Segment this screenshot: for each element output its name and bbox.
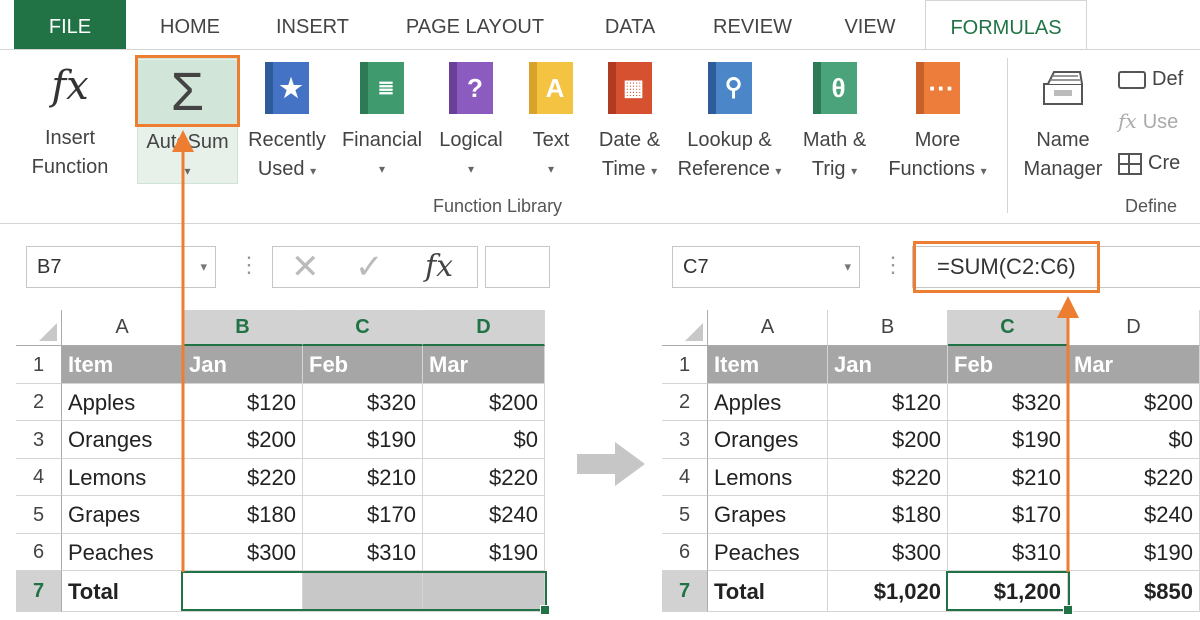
autosum-arrowhead xyxy=(172,130,194,152)
formula-arrowhead xyxy=(1057,296,1079,318)
callout-arrows xyxy=(172,130,1079,572)
